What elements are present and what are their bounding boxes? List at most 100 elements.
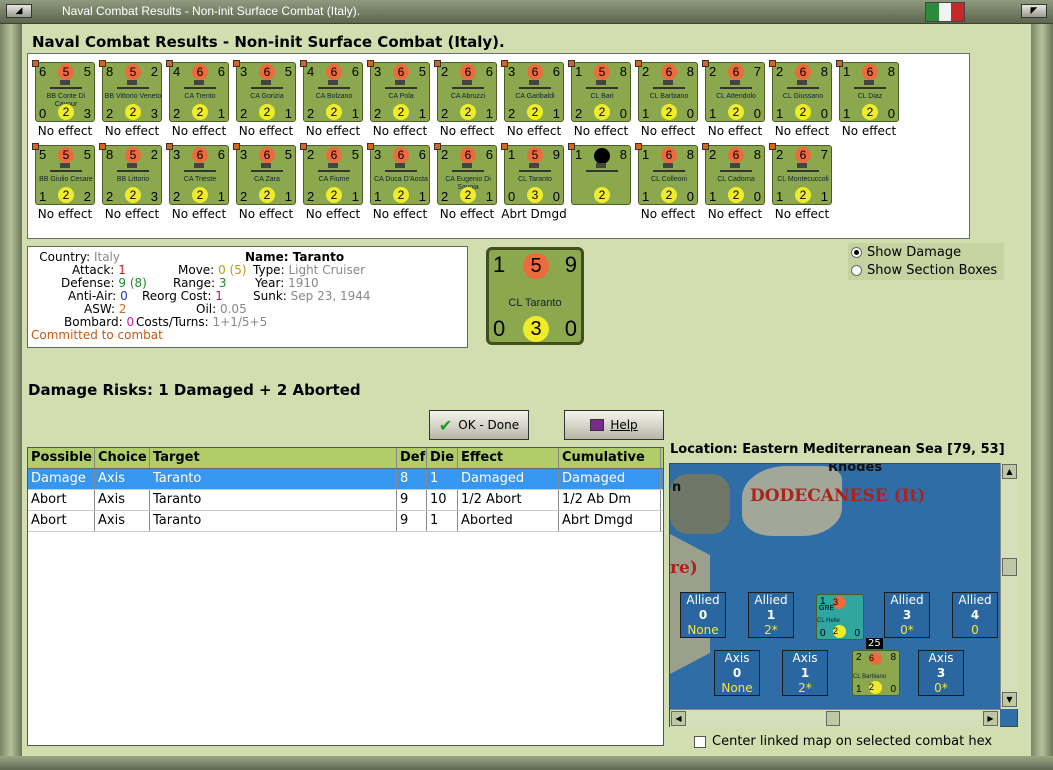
column-header[interactable]: Cumulative [559,448,661,468]
unit-counter[interactable]: 2 6 8 CL Cadorna 1 2 0 [702,143,765,205]
unit-cell[interactable]: 1 5 8 CL Bari 2 2 0 No effect [568,60,634,144]
table-row[interactable]: Abort Axis Taranto 9 1 Aborted Abrt Dmgd [28,511,663,532]
rhodes-label: Rhodes [828,463,883,475]
column-header[interactable]: Effect [458,448,559,468]
unit-cell[interactable]: 1 6 8 CL Colleoni 1 2 0 No effect [635,143,701,227]
table-row[interactable]: Abort Axis Taranto 9 10 1/2 Abort 1/2 Ab Dm [28,490,663,511]
unit-counter[interactable]: 3 6 6 CA Duca D'Aosta 1 2 1 [367,143,430,205]
hscroll-thumb[interactable] [826,711,840,726]
unit-counter[interactable]: 3 6 6 CA Garibaldi 2 2 1 [501,60,564,122]
unit-cell[interactable]: 3 6 5 CA Pola 2 2 1 No effect [367,60,433,144]
column-header[interactable]: Choice [95,448,150,468]
axis-section-box[interactable]: Axis 1 2* [782,650,828,696]
unit-cell[interactable]: 2 6 7 CL Attendolo 1 2 0 No effect [702,60,768,144]
window-menu-button[interactable]: ◢ [6,4,32,18]
help-button[interactable]: Help [564,410,664,440]
scroll-right-icon[interactable]: ▶ [983,711,998,726]
map-vertical-scrollbar[interactable]: ▲ ▼ [1000,463,1018,709]
unit-counter[interactable]: 2 6 5 CA Fiume 2 2 1 [300,143,363,205]
unit-counter[interactable]: 3 6 5 CA Gorizia 2 2 1 [233,60,296,122]
unit-counter[interactable]: 1 8 2 [568,143,631,205]
move-label: Move: [178,263,215,277]
show-damage-radio[interactable]: Show Damage [848,243,1004,261]
unit-cell[interactable]: 2 6 7 CL Montecuccoli 1 2 1 No effect [769,143,835,227]
greek-defense: 2 [833,625,846,638]
unit-counter[interactable]: 3 6 5 CA Pola 2 2 1 [367,60,430,122]
barbiano-map-counter[interactable]: 2 6 8 CL Barbiano 1 2 0 [852,650,900,696]
greek-unit-counter[interactable]: 1 3 GRE CL Helle 0 2 0 [816,594,864,640]
counter-top-right: 5 [351,147,359,162]
greek-attack: 3 [833,596,846,609]
unit-counter[interactable]: 5 5 5 BB Giulio Cesare 1 2 2 [32,143,95,205]
unit-cell[interactable]: 3 6 5 CA Zara 2 2 1 No effect [233,143,299,227]
close-button[interactable]: ◤ [1021,4,1047,18]
unit-counter[interactable]: 3 6 5 CA Zara 2 2 1 [233,143,296,205]
allied-section-box[interactable]: Allied 3 0* [884,592,930,638]
unit-cell[interactable]: 5 5 5 BB Giulio Cesare 1 2 2 No effect [32,143,98,227]
counter-bottom-right: 0 [619,106,627,121]
ship-icon [251,163,283,172]
unit-cell[interactable]: 1 5 9 CL Taranto 0 3 0 Abrt Dmgd [501,143,567,227]
unit-cell[interactable]: 3 6 6 CA Trieste 2 2 1 No effect [166,143,232,227]
unit-cell[interactable]: 266CA Eugenio Di Savoia221 No effect [434,143,500,227]
scroll-up-icon[interactable]: ▲ [1002,464,1017,479]
unit-counter[interactable]: 1 6 8 CL Colleoni 1 2 0 [635,143,698,205]
counter-name: CL Taranto [508,297,562,309]
unit-counter[interactable]: 2 6 8 CL Barbiano 1 2 0 [635,60,698,122]
allied-section-box[interactable]: Allied 0 None [680,592,726,638]
unit-cell[interactable]: 2 6 6 CA Abruzzi 2 2 1 No effect [434,60,500,144]
black-dot-icon [594,148,610,164]
unit-counter[interactable]: 2 6 6 CA Abruzzi 2 2 1 [434,60,497,122]
ok-done-button[interactable]: ✔ OK - Done [429,410,529,440]
unit-cell[interactable]: 1 8 2 [568,143,634,227]
greek-br: 0 [854,628,860,639]
column-header[interactable]: Def [397,448,427,468]
box-count: 3 [902,608,912,622]
scroll-left-icon[interactable]: ◀ [671,711,686,726]
unit-cell[interactable]: 2 6 5 CA Fiume 2 2 1 No effect [300,143,366,227]
unit-counter[interactable]: 8 5 2 BB Vittorio Veneto 2 2 3 [99,60,162,122]
unit-cell[interactable]: 8 5 2 BB Vittorio Veneto 2 2 3 No effect [99,60,165,144]
axis-section-box[interactable]: Axis 0 None [714,650,760,696]
unit-cell[interactable]: 655BB Conte Di Cavour023 No effect [32,60,98,144]
unit-counter[interactable]: 1 6 8 CL Diaz 1 2 0 [836,60,899,122]
scroll-down-icon[interactable]: ▼ [1002,692,1017,707]
unit-counter[interactable]: 266CA Eugenio Di Savoia221 [434,143,497,205]
column-header[interactable]: Possible [28,448,95,468]
axis-section-box[interactable]: Axis 3 0* [918,650,964,696]
status-marker-icon [166,143,173,150]
map-horizontal-scrollbar[interactable]: ◀ ▶ [670,709,1000,727]
table-row[interactable]: Damage Axis Taranto 8 1 Damaged Damaged [28,469,663,490]
allied-section-box[interactable]: Allied 1 2* [748,592,794,638]
show-sections-radio[interactable]: Show Section Boxes [848,261,1004,279]
unit-cell[interactable]: 3 6 5 CA Gorizia 2 2 1 No effect [233,60,299,144]
linked-map[interactable]: Rhodes DODECANESE (It) n re) Allied 0 None… [669,463,1018,727]
scroll-thumb[interactable] [1002,558,1017,576]
unit-cell[interactable]: 2 6 8 CL Barbiano 1 2 0 No effect [635,60,701,144]
column-header[interactable]: Die [427,448,458,468]
unit-cell[interactable]: 3 6 6 CA Garibaldi 2 2 1 No effect [501,60,567,144]
unit-counter[interactable]: 2 6 7 CL Attendolo 1 2 0 [702,60,765,122]
unit-counter[interactable]: 3 6 6 CA Trieste 2 2 1 [166,143,229,205]
unit-cell[interactable]: 2 6 8 CL Cadorna 1 2 0 No effect [702,143,768,227]
title-bar: ◢ Naval Combat Results - Non-init Surfac… [0,0,1053,24]
center-map-checkbox[interactable]: Center linked map on selected combat hex [694,734,992,749]
unit-cell[interactable]: 3 6 6 CA Duca D'Aosta 1 2 1 No effect [367,143,433,227]
unit-cell[interactable]: 8 5 2 BB Littorio 2 2 3 No effect [99,143,165,227]
unit-counter[interactable]: 8 5 2 BB Littorio 2 2 3 [99,143,162,205]
unit-cell[interactable]: 1 6 8 CL Diaz 1 2 0 No effect [836,60,902,144]
unit-counter[interactable]: 2 6 7 CL Montecuccoli 1 2 1 [769,143,832,205]
column-header[interactable]: Target [150,448,397,468]
unit-counter[interactable]: 1 5 8 CL Bari 2 2 0 [568,60,631,122]
unit-counter[interactable]: 4 6 6 CA Bolzano 2 2 1 [300,60,363,122]
unit-counter[interactable]: 655BB Conte Di Cavour023 [32,60,95,122]
unit-cell[interactable]: 2 6 8 CL Giussano 1 2 0 No effect [769,60,835,144]
defense-circle: 2 [125,187,141,203]
unit-counter[interactable]: 2 6 8 CL Giussano 1 2 0 [769,60,832,122]
counter-bottom-left: 2 [441,106,449,121]
unit-cell[interactable]: 4 6 6 CA Bolzano 2 2 1 No effect [300,60,366,144]
unit-counter[interactable]: 4 6 6 CA Trento 2 2 1 [166,60,229,122]
unit-cell[interactable]: 4 6 6 CA Trento 2 2 1 No effect [166,60,232,144]
allied-section-box[interactable]: Allied 4 0 [952,592,998,638]
unit-counter[interactable]: 1 5 9 CL Taranto 0 3 0 [501,143,564,205]
